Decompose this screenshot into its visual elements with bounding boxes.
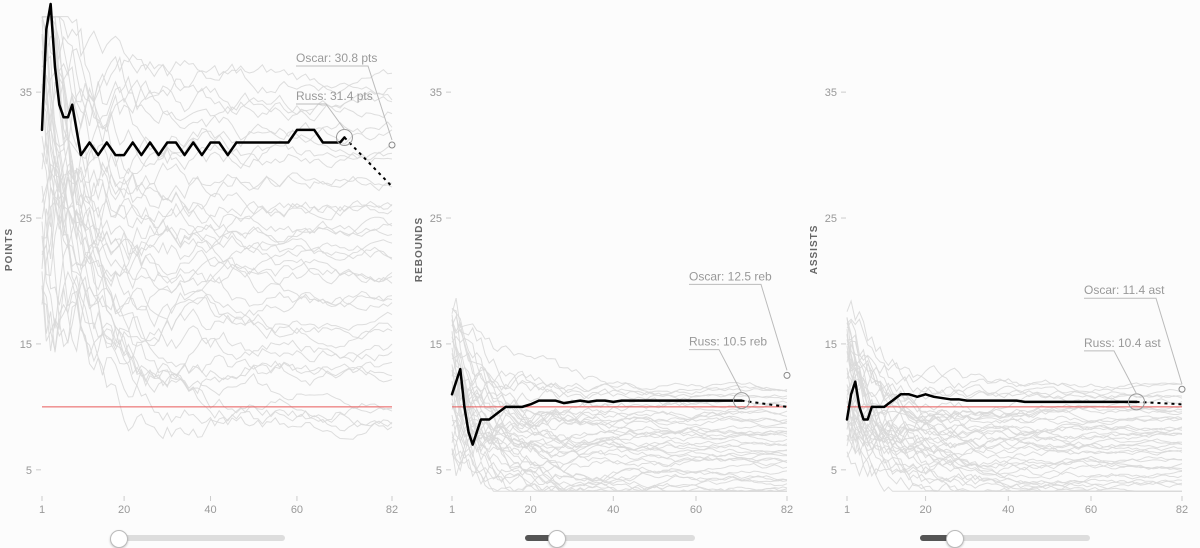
- y-axis-label: REBOUNDS: [414, 217, 425, 282]
- y-tick-label: 35: [825, 87, 837, 99]
- background-line: [42, 129, 392, 348]
- oscar-marker: [389, 142, 395, 148]
- x-tick-label: 40: [1002, 504, 1014, 516]
- projection-line: [344, 137, 392, 186]
- background-line: [42, 17, 392, 410]
- x-tick-label: 82: [386, 504, 398, 516]
- slider-assists[interactable]: [920, 530, 1090, 546]
- background-line: [42, 51, 392, 440]
- background-line: [42, 20, 392, 147]
- y-tick-label: 15: [430, 339, 442, 351]
- x-tick-label: 1: [844, 504, 850, 516]
- annotation-oscar: Oscar: 12.5 reb: [689, 269, 772, 283]
- oscar-marker: [1179, 386, 1185, 392]
- annotation-russ: Russ: 31.4 pts: [296, 89, 373, 103]
- x-tick-label: 40: [204, 504, 216, 516]
- y-tick-label: 15: [825, 339, 837, 351]
- x-tick-label: 82: [781, 504, 793, 516]
- x-tick-label: 82: [1176, 504, 1188, 516]
- background-line: [42, 17, 392, 387]
- annotation-oscar: Oscar: 11.4 ast: [1084, 283, 1165, 297]
- x-tick-label: 20: [524, 504, 536, 516]
- x-axis-label: GAMES: [599, 519, 641, 520]
- chart-row: 5152535120406082GAMESPOINTSOscar: 30.8 p…: [0, 0, 1200, 547]
- slider-points[interactable]: [115, 530, 285, 546]
- x-tick-label: 40: [607, 504, 619, 516]
- panel-rebounds: 5 15 25 35 1 20 40 60 82 GAMES REBOUNDS Oscar: 12.5…: [410, 0, 805, 547]
- y-axis-label: ASSISTS: [809, 225, 820, 275]
- x-tick-label: 20: [919, 504, 931, 516]
- annotation-russ: Russ: 10.4 ast: [1084, 336, 1161, 350]
- y-tick-label: 5: [436, 465, 442, 477]
- y-tick-label: 25: [825, 213, 837, 225]
- x-axis-label: GAMES: [196, 519, 238, 520]
- x-tick-label: 20: [118, 504, 130, 516]
- y-tick-label: 25: [430, 213, 442, 225]
- panel-points: 5 15 25 35 1 20 40 60 82 GAMES POINTS Oscar: 30.8 p…: [0, 0, 410, 547]
- y-tick-label: 25: [20, 213, 32, 225]
- x-tick-label: 60: [291, 504, 303, 516]
- y-tick-label: 35: [20, 87, 32, 99]
- x-tick-label: 1: [449, 504, 455, 516]
- y-tick-label: 35: [430, 87, 442, 99]
- background-line: [42, 139, 392, 238]
- slider-rebounds[interactable]: [525, 530, 695, 546]
- background-line: [847, 398, 1182, 453]
- y-tick-label: 5: [831, 465, 837, 477]
- oscar-marker: [784, 372, 790, 378]
- x-axis-label: GAMES: [994, 519, 1036, 520]
- x-tick-label: 1: [39, 504, 45, 516]
- x-tick-label: 60: [690, 504, 702, 516]
- annotation-oscar: Oscar: 30.8 pts: [296, 51, 377, 65]
- x-tick-label: 60: [1085, 504, 1097, 516]
- y-tick-label: 5: [26, 465, 32, 477]
- y-axis-label: POINTS: [4, 228, 15, 271]
- panel-assists: 5 15 25 35 1 20 40 60 82 GAMES ASSISTS Oscar: 11.4 …: [805, 0, 1200, 547]
- annotation-russ: Russ: 10.5 reb: [689, 335, 767, 349]
- y-tick-label: 15: [20, 339, 32, 351]
